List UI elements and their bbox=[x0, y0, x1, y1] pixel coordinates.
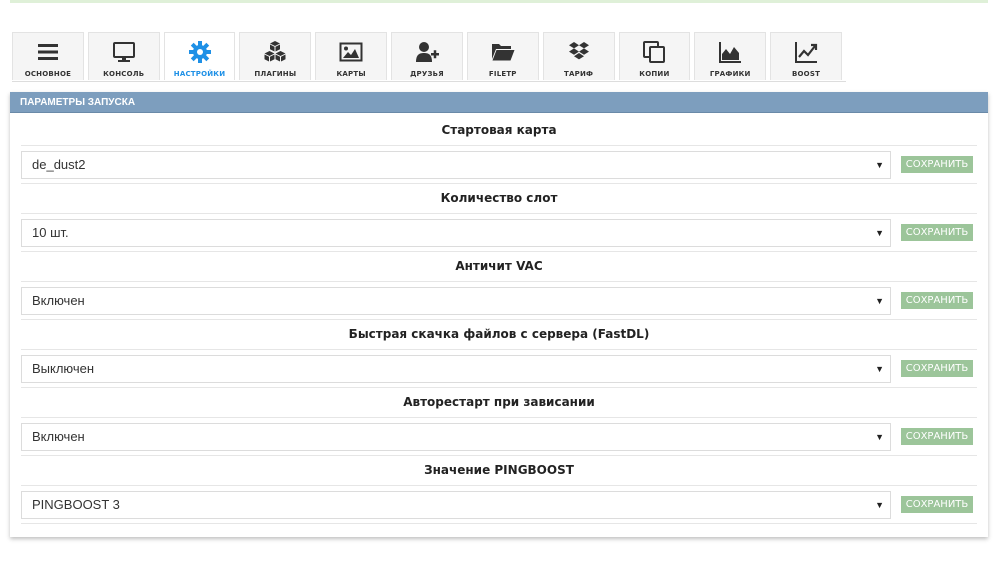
line-chart-icon bbox=[794, 37, 818, 67]
pingboost-select[interactable]: PINGBOOST 3 ▼ bbox=[21, 490, 891, 519]
tab-label: ДРУЗЬЯ bbox=[410, 70, 444, 78]
menu-icon bbox=[36, 37, 60, 67]
select-value: Включен bbox=[32, 429, 85, 444]
setting-title-pingboost: Значение PINGBOOST bbox=[21, 456, 977, 486]
tab-filetp[interactable]: FILETP bbox=[466, 32, 539, 80]
tab-friends[interactable]: ДРУЗЬЯ bbox=[391, 32, 463, 80]
save-button[interactable]: СОХРАНИТЬ bbox=[901, 292, 973, 309]
dropbox-icon bbox=[567, 37, 591, 67]
setting-title-vac: Античит VAC bbox=[21, 252, 977, 282]
image-icon bbox=[339, 37, 363, 67]
tab-boost[interactable]: BOOST bbox=[770, 32, 842, 80]
area-chart-icon bbox=[718, 37, 742, 67]
select-value: de_dust2 bbox=[32, 157, 86, 172]
tab-label: FILETP bbox=[488, 70, 517, 78]
tab-label: НАСТРОЙКИ bbox=[173, 70, 226, 78]
save-button[interactable]: СОХРАНИТЬ bbox=[901, 428, 973, 445]
launch-settings-panel: ПАРАМЕТРЫ ЗАПУСКА Стартовая карта de_dus… bbox=[10, 92, 988, 537]
tab-tariff[interactable]: ТАРИФ bbox=[542, 32, 615, 80]
tab-label: BOOST bbox=[792, 70, 821, 78]
setting-row-fastdl: Выключен ▼ СОХРАНИТЬ bbox=[21, 350, 977, 388]
slots-select[interactable]: 10 шт. ▼ bbox=[21, 218, 891, 247]
select-value: Выключен bbox=[32, 361, 95, 376]
dropdown-arrow-icon: ▼ bbox=[875, 431, 884, 442]
start-map-select[interactable]: de_dust2 ▼ bbox=[21, 150, 891, 179]
tab-label: ОСНОВНОЕ bbox=[24, 70, 72, 78]
tab-label: ТАРИФ bbox=[564, 70, 594, 78]
tab-bar: ОСНОВНОЕ КОНСОЛЬ НАСТРОЙКИ ПЛАГИНЫ КАРТЫ… bbox=[12, 32, 846, 82]
cubes-icon bbox=[263, 37, 287, 67]
tab-label: КОНСОЛЬ bbox=[103, 70, 145, 78]
dropdown-arrow-icon: ▼ bbox=[875, 295, 884, 306]
dropdown-arrow-icon: ▼ bbox=[875, 499, 884, 510]
panel-title: ПАРАМЕТРЫ ЗАПУСКА bbox=[10, 92, 988, 113]
setting-title-autorestart: Авторестарт при зависании bbox=[21, 388, 977, 418]
select-value: Включен bbox=[32, 293, 85, 308]
gear-icon bbox=[188, 37, 212, 67]
setting-row-start-map: de_dust2 ▼ СОХРАНИТЬ bbox=[21, 146, 977, 184]
dropdown-arrow-icon: ▼ bbox=[875, 159, 884, 170]
dropdown-arrow-icon: ▼ bbox=[875, 363, 884, 374]
tab-copies[interactable]: КОПИИ bbox=[618, 32, 691, 80]
autorestart-select[interactable]: Включен ▼ bbox=[21, 422, 891, 451]
monitor-icon bbox=[112, 37, 136, 67]
tab-label: ГРАФИКИ bbox=[709, 70, 751, 78]
tab-console[interactable]: КОНСОЛЬ bbox=[87, 32, 160, 80]
setting-title-slots: Количество слот bbox=[21, 184, 977, 214]
setting-row-autorestart: Включен ▼ СОХРАНИТЬ bbox=[21, 418, 977, 456]
select-value: PINGBOOST 3 bbox=[32, 497, 120, 512]
save-button[interactable]: СОХРАНИТЬ bbox=[901, 496, 973, 513]
tab-plugins[interactable]: ПЛАГИНЫ bbox=[239, 32, 312, 80]
top-divider bbox=[10, 0, 988, 3]
save-button[interactable]: СОХРАНИТЬ bbox=[901, 156, 973, 173]
save-button[interactable]: СОХРАНИТЬ bbox=[901, 360, 973, 377]
folder-open-icon bbox=[491, 37, 515, 67]
tab-label: КАРТЫ bbox=[336, 70, 366, 78]
settings-list: Стартовая карта de_dust2 ▼ СОХРАНИТЬ Кол… bbox=[10, 113, 988, 524]
setting-row-pingboost: PINGBOOST 3 ▼ СОХРАНИТЬ bbox=[21, 486, 977, 524]
setting-row-vac: Включен ▼ СОХРАНИТЬ bbox=[21, 282, 977, 320]
tab-maps[interactable]: КАРТЫ bbox=[315, 32, 388, 80]
select-value: 10 шт. bbox=[32, 225, 69, 240]
tab-graphs[interactable]: ГРАФИКИ bbox=[694, 32, 767, 80]
tab-settings[interactable]: НАСТРОЙКИ bbox=[163, 32, 236, 80]
fastdl-select[interactable]: Выключен ▼ bbox=[21, 354, 891, 383]
vac-select[interactable]: Включен ▼ bbox=[21, 286, 891, 315]
setting-title-start-map: Стартовая карта bbox=[21, 116, 977, 146]
copy-icon bbox=[642, 37, 666, 67]
save-button[interactable]: СОХРАНИТЬ bbox=[901, 224, 973, 241]
tab-basic[interactable]: ОСНОВНОЕ bbox=[12, 32, 84, 80]
tab-label: ПЛАГИНЫ bbox=[254, 70, 297, 78]
setting-row-slots: 10 шт. ▼ СОХРАНИТЬ bbox=[21, 214, 977, 252]
tab-label: КОПИИ bbox=[639, 70, 670, 78]
add-user-icon bbox=[415, 37, 439, 67]
setting-title-fastdl: Быстрая скачка файлов с сервера (FastDL) bbox=[21, 320, 977, 350]
dropdown-arrow-icon: ▼ bbox=[875, 227, 884, 238]
